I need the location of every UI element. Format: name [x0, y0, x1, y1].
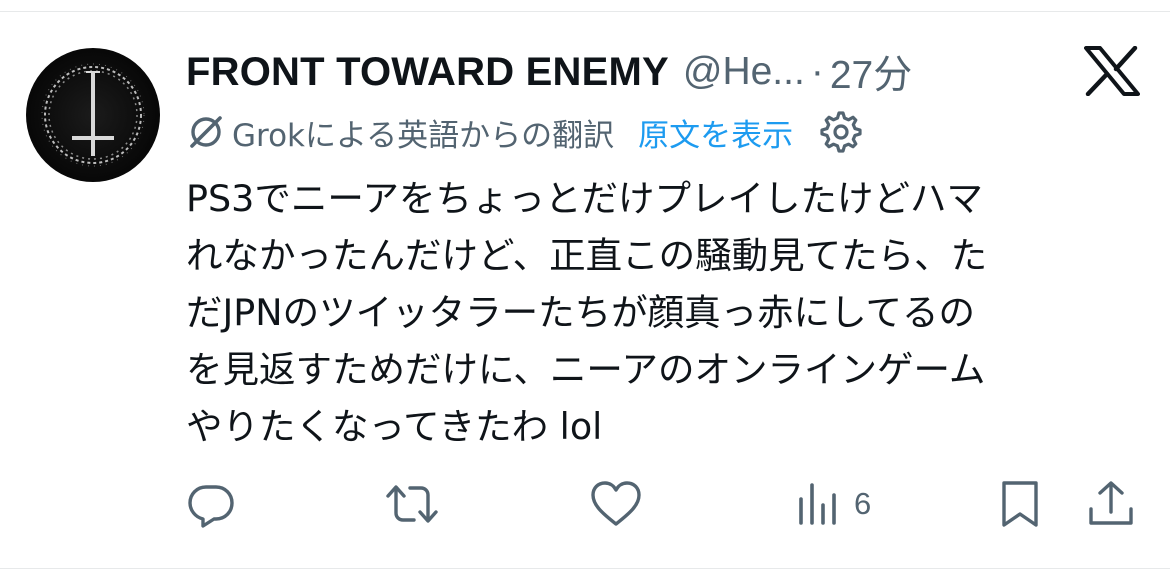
bookmark-icon: [1002, 481, 1038, 527]
timestamp[interactable]: 27分: [830, 44, 912, 100]
separator-dot: ·: [810, 50, 824, 93]
action-bar: 6: [186, 478, 1136, 530]
author-handle[interactable]: @He...: [683, 50, 805, 94]
top-divider: [0, 0, 1170, 12]
tweet-text: PS3でニーアをちょっとだけプレイしたけどハマ れなかったんだけど、正直この騒動…: [186, 170, 1126, 455]
tweet-text-line: PS3でニーアをちょっとだけプレイしたけどハマ: [186, 177, 983, 220]
reply-icon: [188, 485, 234, 528]
tweet-header: FRONT TOWARD ENEMY @He... · 27分: [186, 44, 912, 100]
tweet-text-line: を見返すためだけに、ニーアのオンラインゲーム: [186, 348, 986, 391]
views-button[interactable]: 6: [796, 478, 871, 530]
views-icon: [799, 483, 836, 525]
avatar-image: [41, 63, 145, 167]
grok-icon: [190, 116, 222, 148]
tweet-text-line: だJPNのツイッタラーたちが顔真っ赤にしてるの: [186, 291, 975, 334]
avatar[interactable]: [26, 48, 160, 182]
gear-icon[interactable]: [819, 110, 863, 154]
repost-icon: [386, 485, 438, 523]
views-count: 6: [854, 486, 872, 521]
tweet-text-line: やりたくなってきたわ lol: [186, 405, 603, 448]
x-logo-icon: [1084, 46, 1140, 96]
like-button[interactable]: [590, 478, 642, 530]
repost-button[interactable]: [384, 478, 440, 530]
translation-label: Grokによる英語からの翻訳: [232, 117, 615, 154]
share-icon: [1089, 481, 1133, 525]
bottom-divider: [0, 568, 1170, 572]
bookmark-button[interactable]: [998, 478, 1042, 530]
translation-bar: Grokによる英語からの翻訳 原文を表示: [186, 108, 863, 156]
show-original-link[interactable]: 原文を表示: [638, 110, 793, 155]
share-button[interactable]: [1086, 478, 1136, 530]
author-name[interactable]: FRONT TOWARD ENEMY: [186, 50, 669, 95]
tweet-text-line: れなかったんだけど、正直この騒動見てたら、た: [186, 234, 988, 277]
heart-icon: [591, 481, 641, 526]
reply-button[interactable]: [186, 478, 236, 530]
